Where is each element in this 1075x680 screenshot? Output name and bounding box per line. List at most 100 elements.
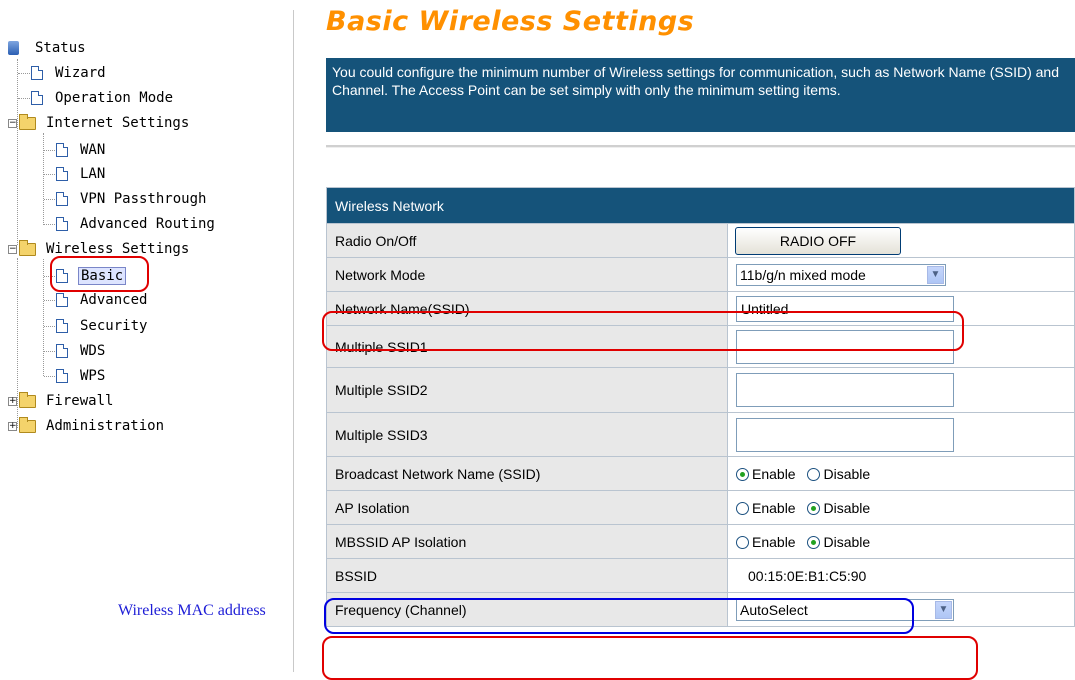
tree-item-basic[interactable]: Basic — [56, 265, 127, 287]
sidebar-tree: Status Wizard Operation Mode − Internet … — [0, 0, 290, 672]
network-mode-label: Network Mode — [326, 257, 728, 292]
tree-label: Status — [35, 40, 86, 56]
tree-label: Firewall — [46, 393, 114, 409]
tree-item-security[interactable]: Security — [56, 315, 149, 337]
table-row: Radio On/Off RADIO OFF — [326, 223, 1075, 258]
disable-label: Disable — [823, 465, 871, 482]
table-row: BSSID 00:15:0E:B1:C5:90 — [326, 558, 1075, 593]
radio-off-button[interactable]: RADIO OFF — [735, 226, 901, 255]
multiple-ssid1-input[interactable] — [736, 329, 954, 364]
ssid-label: Network Name(SSID) — [326, 291, 728, 326]
page-description: You could configure the minimum number o… — [326, 58, 1075, 132]
mac-address-annotation: Wireless MAC address — [118, 602, 266, 619]
document-icon — [56, 319, 68, 333]
frame-divider — [293, 10, 294, 672]
network-mode-select[interactable]: 11b/g/n mixed mode ▼ — [736, 263, 946, 286]
broadcast-enable-radio[interactable] — [736, 467, 749, 481]
tree-label: Wizard — [55, 65, 106, 81]
document-icon — [56, 293, 68, 307]
folder-open-icon — [19, 239, 36, 256]
tree-item-wireless-settings[interactable]: − Wireless Settings — [8, 238, 191, 260]
radio-label: Radio On/Off — [326, 223, 728, 258]
tree-label: Advanced — [80, 292, 148, 308]
mbssid-disable-radio[interactable] — [807, 535, 821, 549]
table-row: MBSSID AP Isolation Enable Disable — [326, 524, 1075, 559]
separator — [326, 145, 1075, 148]
document-icon — [56, 217, 68, 231]
tree-label: Administration — [46, 418, 165, 434]
disable-label: Disable — [823, 499, 871, 516]
tree-item-lan[interactable]: LAN — [56, 163, 107, 185]
tree-item-wan[interactable]: WAN — [56, 139, 107, 161]
tree-item-firewall[interactable]: + Firewall — [8, 390, 115, 412]
table-row: Multiple SSID3 — [326, 412, 1075, 457]
enable-label: Enable — [752, 465, 796, 482]
ap-isolation-enable-radio[interactable] — [736, 501, 749, 515]
network-mode-value: 11b/g/n mixed mode — [740, 266, 866, 283]
folder-icon — [19, 416, 36, 433]
tree-label: Basic — [78, 267, 127, 285]
tree-label: Operation Mode — [55, 90, 174, 106]
tree-item-wds[interactable]: WDS — [56, 340, 107, 362]
tree-label: Wireless Settings — [46, 241, 190, 257]
multiple-ssid3-input[interactable] — [736, 417, 954, 452]
tree-label: Advanced Routing — [80, 216, 215, 232]
ssid-input[interactable] — [736, 295, 954, 322]
table-row: Broadcast Network Name (SSID) Enable Dis… — [326, 456, 1075, 491]
table-row: AP Isolation Enable Disable — [326, 490, 1075, 525]
section-header: Wireless Network — [326, 187, 1075, 224]
document-icon — [56, 143, 68, 157]
collapse-icon[interactable]: − — [8, 244, 17, 254]
chevron-down-icon[interactable]: ▼ — [935, 600, 952, 619]
tree-item-status[interactable]: Status — [8, 37, 88, 59]
disable-label: Disable — [823, 533, 871, 550]
document-icon — [56, 344, 68, 358]
enable-label: Enable — [752, 499, 796, 516]
mbssid-enable-radio[interactable] — [736, 535, 749, 549]
table-row: Multiple SSID2 — [326, 367, 1075, 413]
tree-label: Internet Settings — [46, 115, 190, 131]
tree-item-advanced-routing[interactable]: Advanced Routing — [56, 213, 217, 235]
collapse-icon[interactable]: − — [8, 118, 17, 128]
tree-item-vpn-passthrough[interactable]: VPN Passthrough — [56, 188, 208, 210]
multiple-ssid2-label: Multiple SSID2 — [326, 367, 728, 413]
folder-open-icon — [19, 113, 36, 130]
frequency-select[interactable]: AutoSelect ▼ — [736, 598, 954, 621]
tree-label: WAN — [80, 142, 106, 158]
ap-isolation-label: AP Isolation — [326, 490, 728, 525]
bssid-label: BSSID — [326, 558, 728, 593]
chevron-down-icon[interactable]: ▼ — [927, 265, 944, 284]
folder-icon — [19, 391, 36, 408]
table-row: Multiple SSID1 — [326, 325, 1075, 368]
tree-label: LAN — [80, 166, 106, 182]
table-row: Frequency (Channel) AutoSelect ▼ — [326, 592, 1075, 627]
tree-item-wps[interactable]: WPS — [56, 365, 107, 387]
tree-item-operation-mode[interactable]: Operation Mode — [31, 87, 175, 109]
document-icon — [31, 66, 43, 80]
document-icon — [56, 167, 68, 181]
frequency-label: Frequency (Channel) — [326, 592, 728, 627]
bssid-value: 00:15:0E:B1:C5:90 — [727, 558, 1075, 593]
document-icon — [56, 269, 68, 283]
tree-item-administration[interactable]: + Administration — [8, 415, 166, 437]
tree-item-internet-settings[interactable]: − Internet Settings — [8, 112, 191, 134]
tree-item-wizard[interactable]: Wizard — [31, 62, 108, 84]
enable-label: Enable — [752, 533, 796, 550]
broadcast-disable-radio[interactable] — [807, 467, 821, 481]
frequency-value: AutoSelect — [740, 601, 808, 618]
wireless-network-table: Wireless Network Radio On/Off RADIO OFF … — [326, 187, 1075, 627]
monitor-icon — [8, 41, 19, 55]
document-icon — [56, 369, 68, 383]
table-row: Network Mode 11b/g/n mixed mode ▼ — [326, 257, 1075, 292]
expand-icon[interactable]: + — [8, 421, 17, 431]
tree-label: WDS — [80, 343, 106, 359]
tree-label: Security — [80, 318, 148, 334]
broadcast-ssid-label: Broadcast Network Name (SSID) — [326, 456, 728, 491]
ap-isolation-disable-radio[interactable] — [807, 501, 821, 515]
table-row: Network Name(SSID) — [326, 291, 1075, 326]
tree-item-advanced[interactable]: Advanced — [56, 289, 149, 311]
multiple-ssid2-input[interactable] — [736, 373, 954, 407]
mbssid-isolation-label: MBSSID AP Isolation — [326, 524, 728, 559]
tree-label: WPS — [80, 368, 106, 384]
expand-icon[interactable]: + — [8, 396, 17, 406]
